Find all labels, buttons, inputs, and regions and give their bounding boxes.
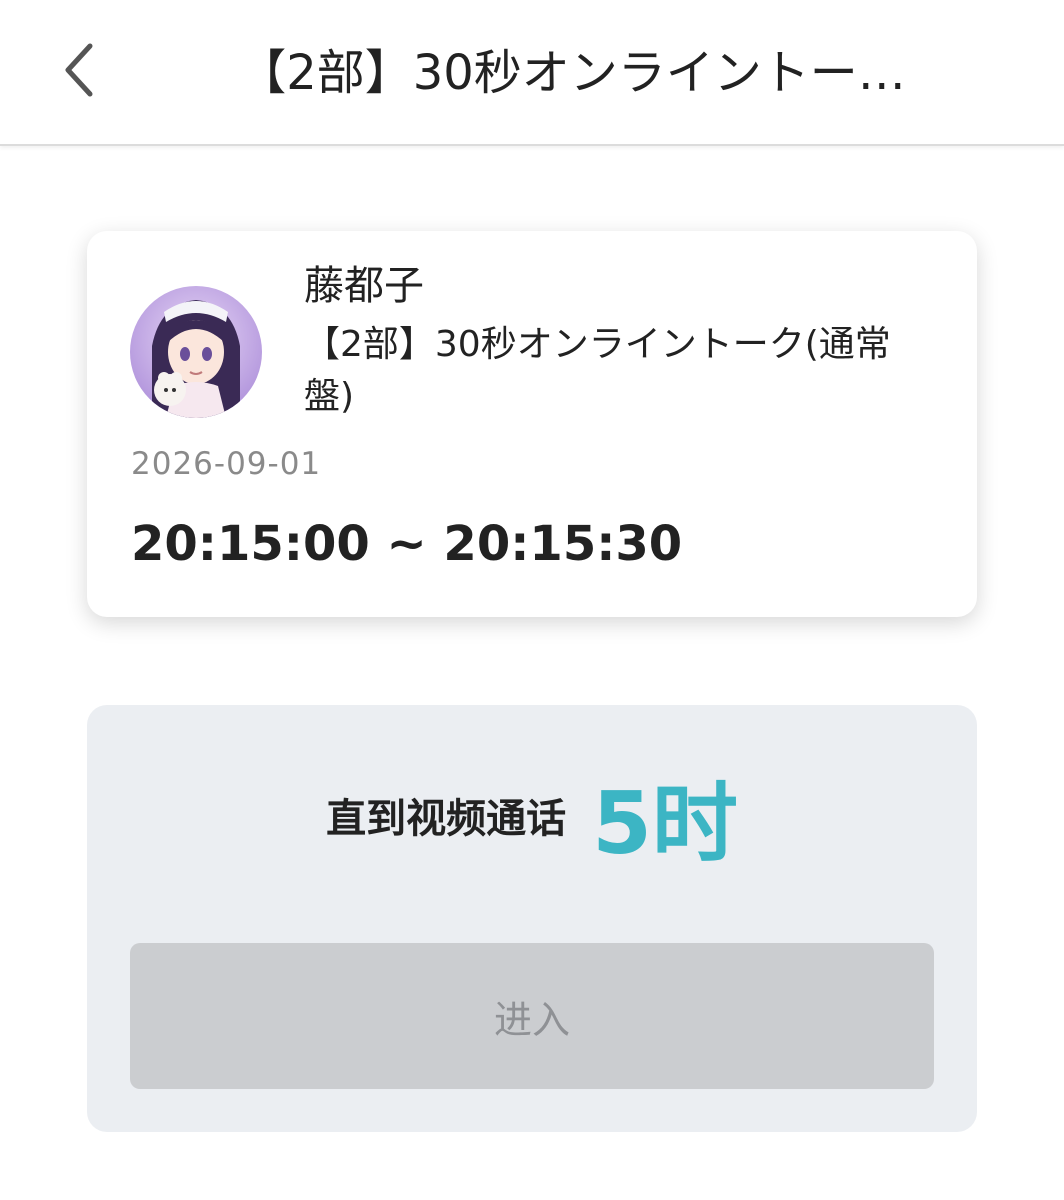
streamer-name: 藤都子 — [304, 263, 424, 309]
countdown: 直到视频通话 5时 — [87, 760, 977, 874]
event-title: 【2部】30秒オンライントーク(通常盤) — [304, 324, 891, 417]
call-panel: 直到视频通话 5时 进入 — [87, 705, 977, 1132]
countdown-label: 直到视频通话 — [326, 796, 567, 842]
top-bar: 【2部】30秒オンライントー… — [0, 0, 1064, 146]
page-title: 【2部】30秒オンライントー… — [238, 45, 906, 101]
chevron-left-icon — [65, 43, 93, 97]
back-button[interactable] — [40, 30, 120, 110]
event-date: 2026-09-01 — [131, 446, 322, 482]
countdown-value: 5时 — [592, 773, 738, 874]
event-card: 藤都子 【2部】30秒オンライントーク(通常盤) 2026-09-01 20:1… — [87, 231, 977, 617]
avatar — [130, 286, 262, 418]
enter-button[interactable]: 进入 — [130, 943, 934, 1089]
event-time-range: 20:15:00 ~ 20:15:30 — [131, 516, 683, 572]
